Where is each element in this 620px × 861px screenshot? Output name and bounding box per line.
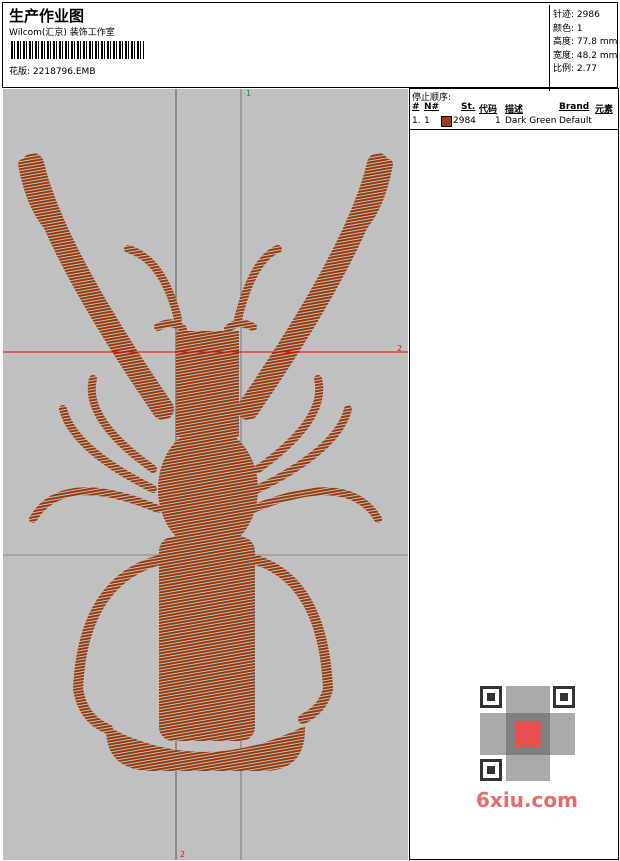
divider — [410, 129, 618, 130]
row-stitches: 2984 — [453, 116, 476, 126]
col-brand: Brand — [559, 102, 590, 112]
watermark: 6xiu.com — [476, 788, 578, 812]
row-n: 1 — [424, 116, 430, 126]
row-brand: Default — [559, 116, 592, 126]
design-file: 花版: 2218796.EMB — [9, 64, 96, 77]
company-name: Wilcom(汇京) 装饰工作室 — [9, 28, 115, 38]
design-label: 花版: — [9, 67, 31, 77]
embroidery-design: 1 2 2 — [3, 89, 408, 860]
stat-stitches: 针迹: 2986 — [553, 10, 600, 20]
col-desc: 描述 — [505, 105, 524, 115]
stat-colors: 颜色: 1 — [553, 23, 583, 34]
marker-right: 2 — [397, 344, 402, 353]
stat-height: 高度: 77.8 mm — [553, 37, 618, 47]
row-num: 1. — [412, 116, 421, 126]
lobster — [18, 153, 393, 771]
col-element: 元素 — [595, 105, 614, 115]
production-worksheet: 生产作业图 Wilcom(汇京) 装饰工作室 花版: 2218796.EMB 针… — [0, 0, 620, 861]
color-swatch — [441, 116, 452, 127]
marker-top: 1 — [246, 89, 251, 98]
col-code: 代码 — [479, 105, 498, 115]
col-index: # — [412, 102, 420, 112]
col-n: N# — [424, 102, 440, 112]
col-stitches: St. — [461, 102, 476, 112]
design-canvas: 1 2 2 — [3, 89, 408, 860]
stat-scale: 比例: 2.77 — [553, 64, 597, 74]
stats-panel: 针迹: 2986 颜色: 1 高度: 77.8 mm 宽度: 48.2 mm 比… — [549, 5, 620, 91]
row-desc: Dark Green — [505, 116, 557, 126]
qr-code-icon — [480, 686, 575, 781]
row-code: 1 — [495, 116, 501, 126]
barcode — [11, 41, 144, 59]
header-panel: 生产作业图 Wilcom(汇京) 装饰工作室 花版: 2218796.EMB 针… — [2, 2, 620, 91]
marker-bottom: 2 — [180, 850, 185, 859]
design-filename: 2218796.EMB — [32, 67, 96, 77]
page-title: 生产作业图 — [9, 7, 85, 25]
stat-width: 宽度: 48.2 mm — [553, 50, 618, 61]
